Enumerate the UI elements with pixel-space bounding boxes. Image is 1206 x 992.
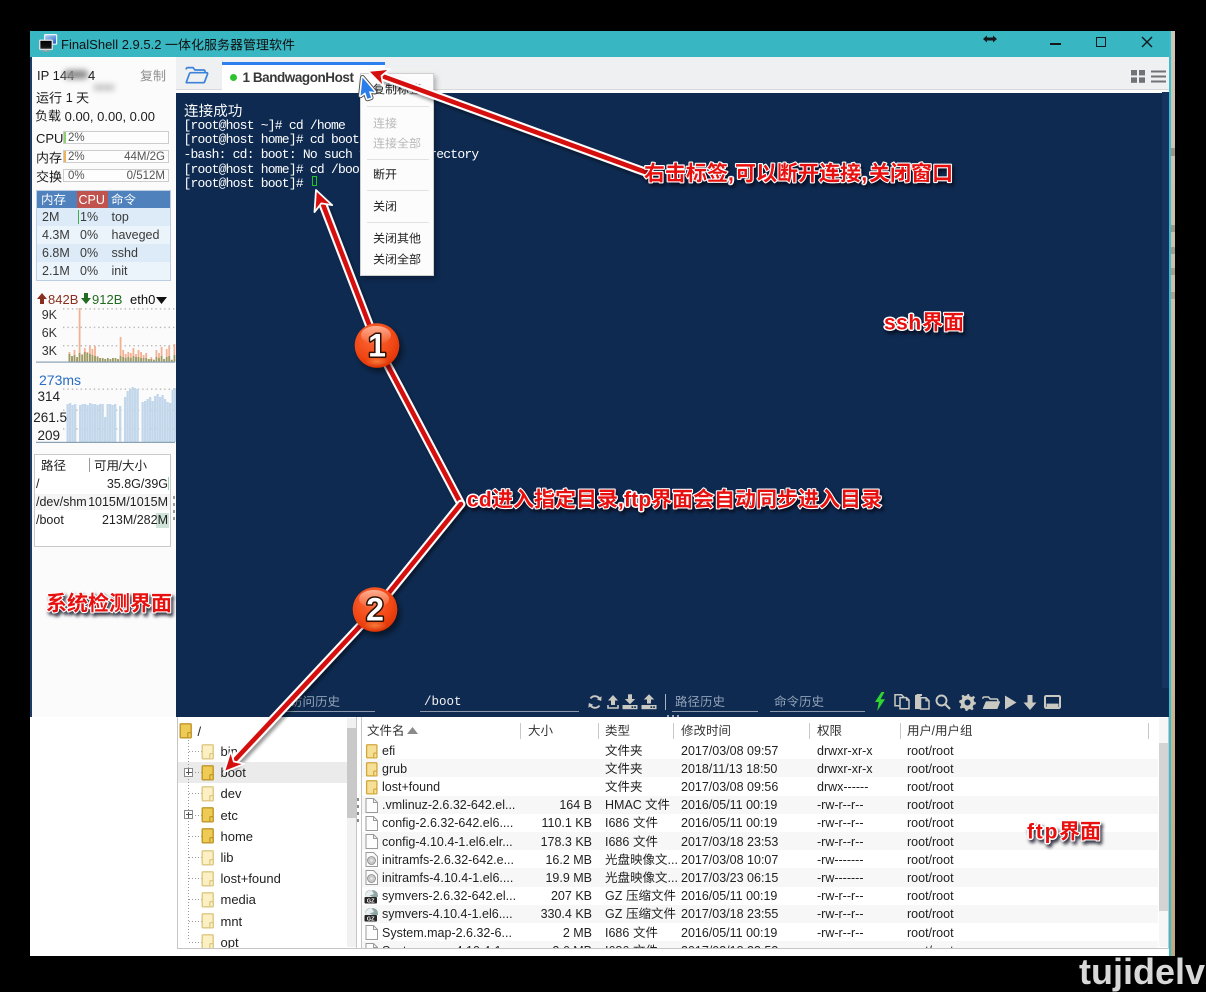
svg-text:2: 2 bbox=[366, 592, 384, 628]
svg-text:1: 1 bbox=[368, 328, 386, 364]
